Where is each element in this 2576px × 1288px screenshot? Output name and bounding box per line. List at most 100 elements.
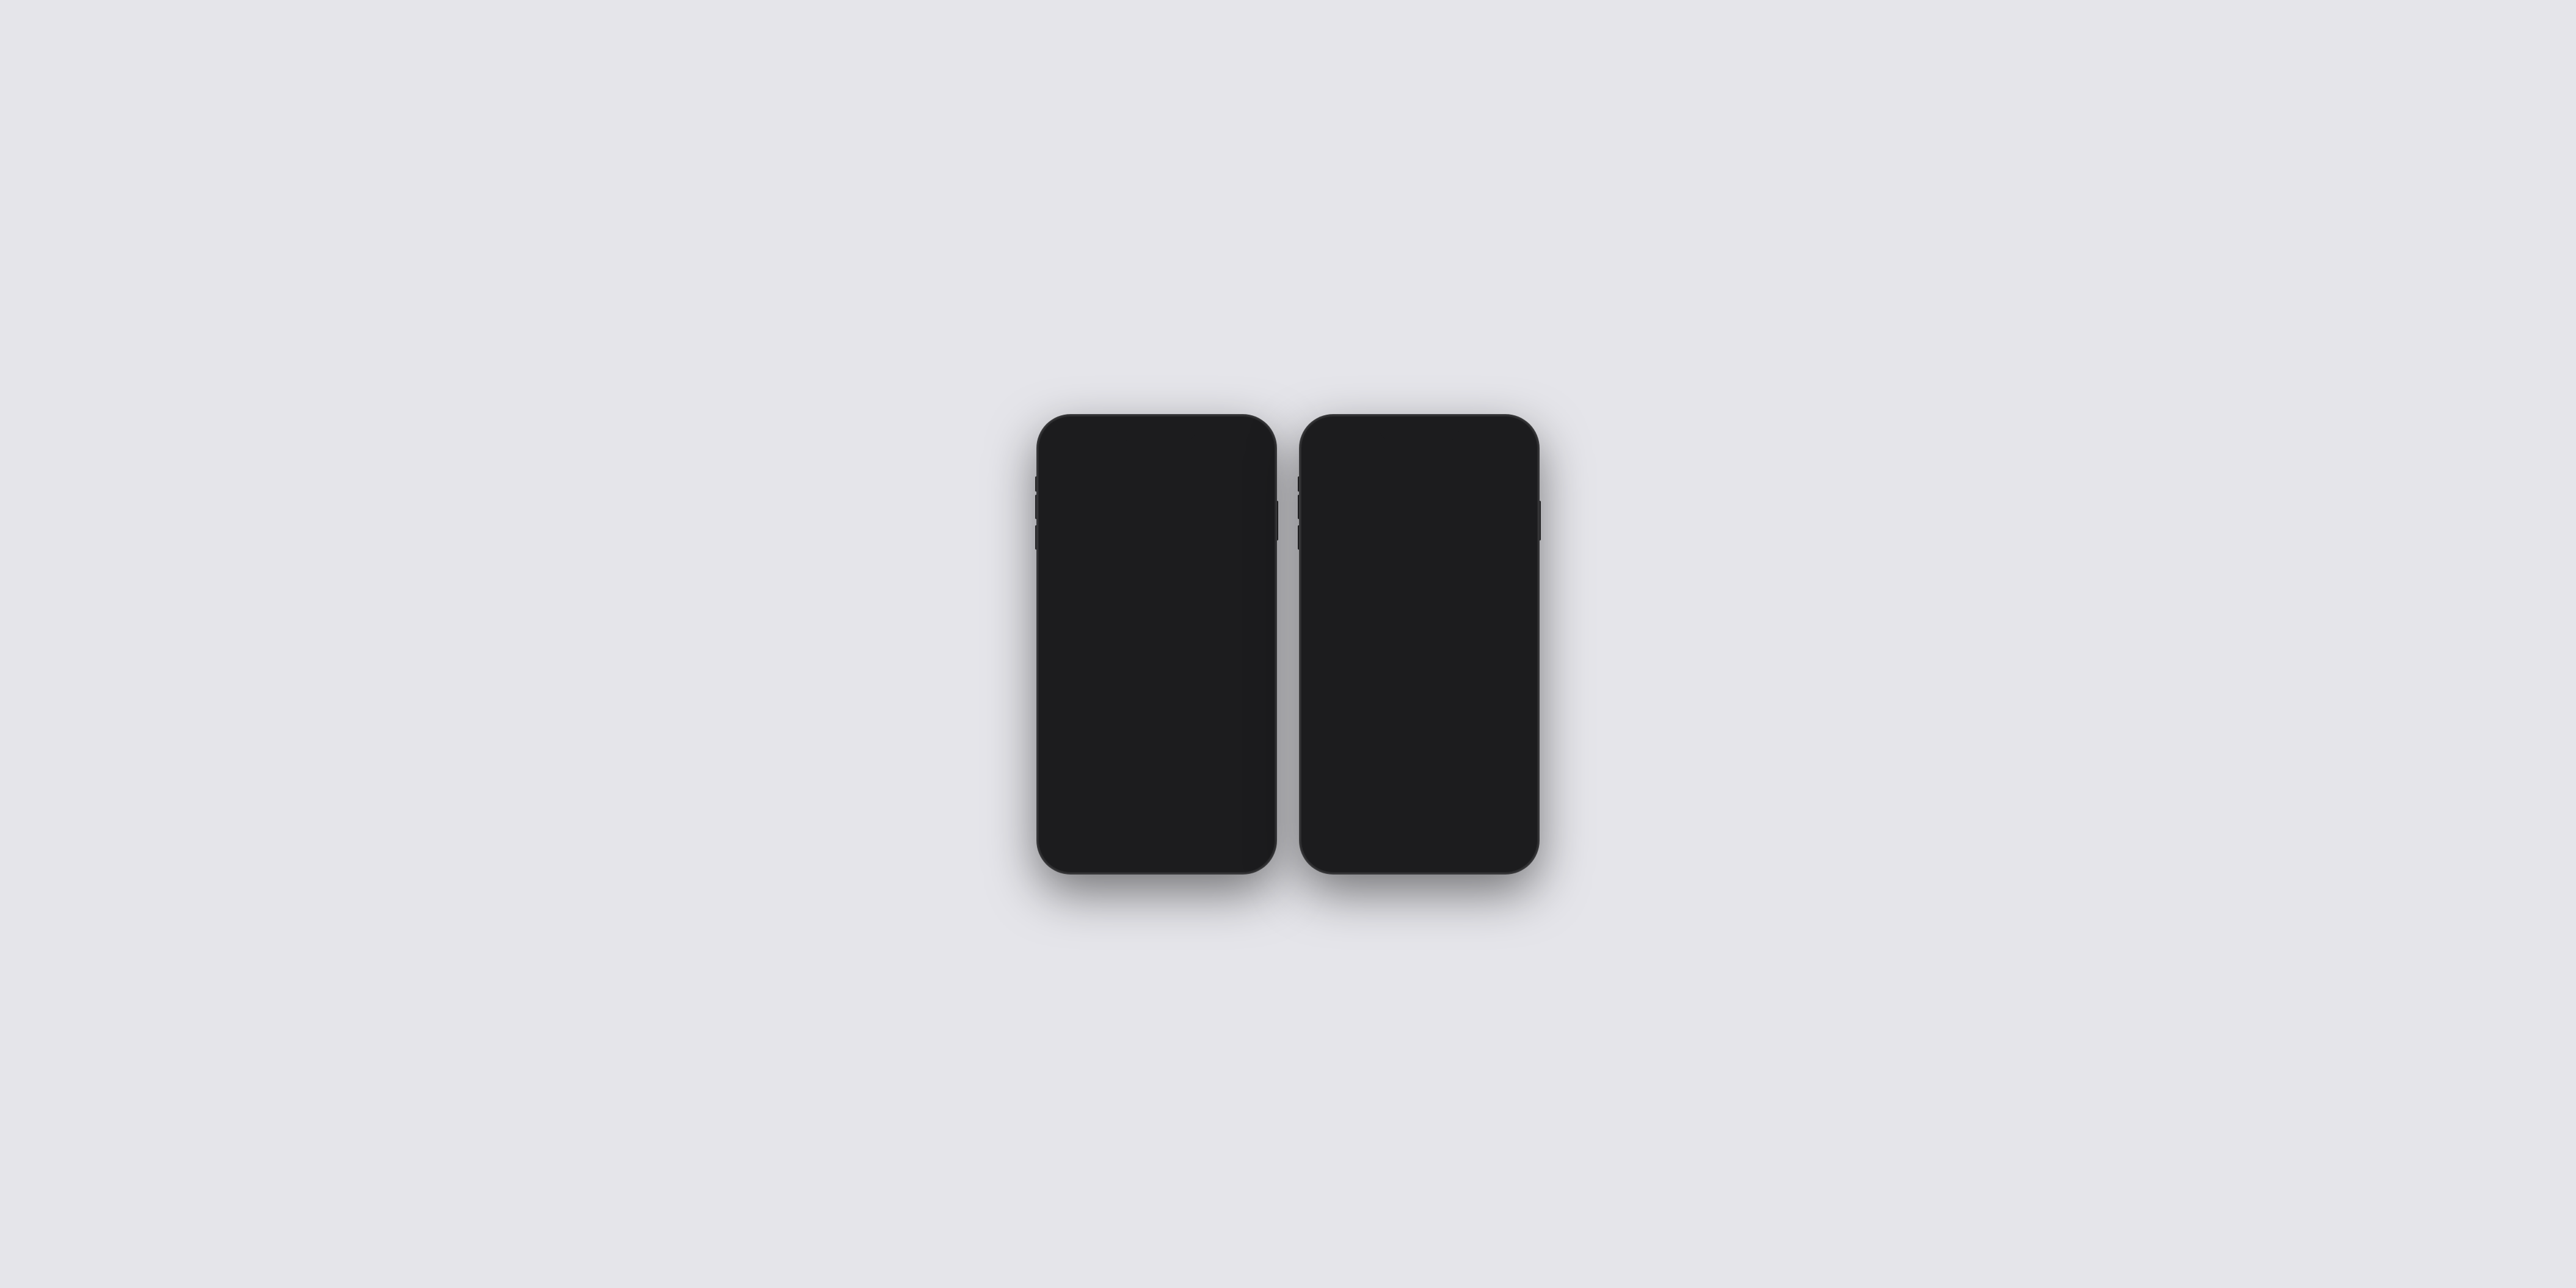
- smiley-icon-left[interactable]: 🙂: [1053, 839, 1069, 854]
- key-x-left[interactable]: X: [1102, 657, 1121, 682]
- key-k-right[interactable]: K: [1480, 627, 1499, 653]
- applepay-icon-right[interactable]: Pay: [1372, 506, 1395, 529]
- key-v-right[interactable]: V: [1411, 656, 1430, 682]
- key-f-left[interactable]: F: [1124, 628, 1143, 653]
- clear-search-left[interactable]: ✕: [1245, 545, 1256, 556]
- key-e-left[interactable]: E: [1091, 599, 1110, 625]
- key-j-right[interactable]: J: [1456, 627, 1475, 653]
- key-b-left[interactable]: B: [1171, 657, 1191, 682]
- key-emoji-switch-left[interactable]: 🙂 ⌨: [1218, 685, 1268, 711]
- key-a-right[interactable]: A: [1316, 627, 1336, 653]
- key-i-left[interactable]: I: [1204, 599, 1223, 625]
- key-n-left[interactable]: N: [1194, 657, 1213, 682]
- key-l-left[interactable]: L: [1240, 628, 1260, 653]
- photos-icon-right[interactable]: [1314, 506, 1337, 529]
- memoji2-icon-left[interactable]: 🧑: [1198, 506, 1221, 529]
- appstore-strip-right[interactable]: A: [1343, 506, 1366, 529]
- key-n-right[interactable]: N: [1457, 656, 1476, 682]
- key-w-left[interactable]: W: [1068, 599, 1087, 625]
- key-i-right[interactable]: I: [1466, 599, 1485, 624]
- key-p-right[interactable]: P: [1512, 599, 1530, 624]
- applepay-icon-left[interactable]: Pay: [1110, 506, 1133, 529]
- emoji-search-bar-right[interactable]: 🔍: [1312, 540, 1526, 561]
- photos-icon-left[interactable]: [1051, 506, 1074, 529]
- key-a-left[interactable]: A: [1053, 628, 1073, 653]
- backspace-key-left[interactable]: ⌫: [1240, 657, 1268, 682]
- key-f-right[interactable]: F: [1386, 627, 1406, 653]
- audio-button-right[interactable]: [1505, 475, 1526, 496]
- key-s-right[interactable]: S: [1339, 627, 1359, 653]
- key-z-right[interactable]: Z: [1341, 656, 1361, 682]
- key-u-right[interactable]: U: [1444, 599, 1463, 624]
- memoji-icon-right[interactable]: 🧑‍🎤: [1431, 506, 1454, 529]
- emoji-result-5[interactable]: 😆: [1163, 569, 1188, 591]
- emoji-result-1[interactable]: 😊: [1050, 569, 1075, 591]
- key-d-right[interactable]: D: [1363, 627, 1382, 653]
- key-l-right[interactable]: L: [1503, 627, 1523, 653]
- emoji-result-r3[interactable]: 🥚: [1369, 568, 1395, 591]
- mic-icon-right[interactable]: [1510, 839, 1523, 855]
- key-q-right[interactable]: Q: [1308, 599, 1327, 624]
- appstore-button-left[interactable]: A: [1075, 475, 1096, 496]
- emoji-result-r5[interactable]: 🎄: [1425, 568, 1451, 591]
- backspace-key-right[interactable]: ⌫: [1503, 656, 1530, 682]
- key-z-left[interactable]: Z: [1079, 657, 1098, 682]
- key-s-left[interactable]: S: [1077, 628, 1096, 653]
- key-m-right[interactable]: M: [1480, 656, 1499, 682]
- key-b-right[interactable]: B: [1434, 656, 1454, 682]
- key-emoji-switch-right[interactable]: 🙂 ⌨: [1481, 685, 1530, 710]
- message-input-right[interactable]: [1364, 475, 1501, 496]
- key-space-right[interactable]: space: [1345, 685, 1477, 710]
- key-t-right[interactable]: T: [1399, 599, 1417, 624]
- appstore-strip-left[interactable]: A: [1080, 506, 1104, 529]
- key-m-left[interactable]: M: [1217, 657, 1237, 682]
- key-space-left[interactable]: space: [1082, 685, 1215, 711]
- key-j-left[interactable]: J: [1193, 628, 1213, 653]
- key-h-left[interactable]: H: [1170, 628, 1190, 653]
- emoji-search-bar-left[interactable]: 🔍 ✕: [1050, 540, 1264, 561]
- mic-icon-left[interactable]: [1248, 839, 1260, 855]
- key-u-left[interactable]: U: [1181, 599, 1200, 625]
- emoji-search-input-right[interactable]: [1335, 545, 1519, 556]
- emoji-result-3[interactable]: 😍: [1107, 569, 1132, 591]
- key-x-right[interactable]: X: [1364, 656, 1384, 682]
- emoji-result-r7[interactable]: 🍎: [1482, 568, 1508, 591]
- key-y-right[interactable]: Y: [1421, 599, 1440, 624]
- shift-key-right[interactable]: ⇧: [1308, 656, 1337, 682]
- search-app-icon-right[interactable]: 🔍: [1490, 506, 1513, 529]
- key-q-left[interactable]: Q: [1046, 599, 1064, 625]
- key-123-left[interactable]: 123: [1046, 685, 1079, 711]
- appstore-button-right[interactable]: A: [1338, 475, 1359, 496]
- camera-button-right[interactable]: 📷: [1312, 475, 1333, 496]
- emoji-result-6[interactable]: 😎: [1192, 569, 1217, 591]
- search-app-icon-left[interactable]: 🔍: [1227, 506, 1250, 529]
- emoji-result-r1[interactable]: 👍: [1312, 568, 1338, 591]
- fitness-icon-left[interactable]: [1139, 506, 1162, 529]
- shift-key-left[interactable]: ⇧: [1046, 657, 1075, 682]
- key-v-left[interactable]: V: [1148, 657, 1168, 682]
- key-c-left[interactable]: C: [1125, 657, 1144, 682]
- key-p-left[interactable]: P: [1249, 599, 1268, 625]
- emoji-result-r2[interactable]: 😁: [1341, 568, 1366, 591]
- smiley-icon-right[interactable]: 🙂: [1316, 839, 1331, 854]
- key-w-right[interactable]: W: [1331, 599, 1350, 624]
- key-d-left[interactable]: D: [1100, 628, 1119, 653]
- key-r-right[interactable]: R: [1376, 599, 1395, 624]
- message-input-left[interactable]: [1101, 475, 1238, 496]
- memoji2-icon-right[interactable]: 🧑: [1460, 506, 1483, 529]
- key-123-right[interactable]: 123: [1308, 685, 1341, 710]
- key-k-left[interactable]: K: [1217, 628, 1237, 653]
- emoji-result-r6[interactable]: ✅: [1454, 568, 1480, 591]
- camera-button-left[interactable]: 📷: [1050, 475, 1071, 496]
- key-e-right[interactable]: E: [1353, 599, 1372, 624]
- key-y-left[interactable]: Y: [1159, 599, 1177, 625]
- memoji-icon-left[interactable]: 🧑‍🎤: [1168, 506, 1192, 529]
- audio-button-left[interactable]: [1243, 475, 1264, 496]
- emoji-result-2[interactable]: 😘: [1078, 569, 1104, 591]
- emoji-result-4[interactable]: 😁: [1135, 569, 1160, 591]
- key-g-right[interactable]: G: [1410, 627, 1429, 653]
- fitness-icon-right[interactable]: [1402, 506, 1425, 529]
- key-t-left[interactable]: T: [1136, 599, 1155, 625]
- key-h-right[interactable]: H: [1433, 627, 1452, 653]
- key-r-left[interactable]: R: [1113, 599, 1132, 625]
